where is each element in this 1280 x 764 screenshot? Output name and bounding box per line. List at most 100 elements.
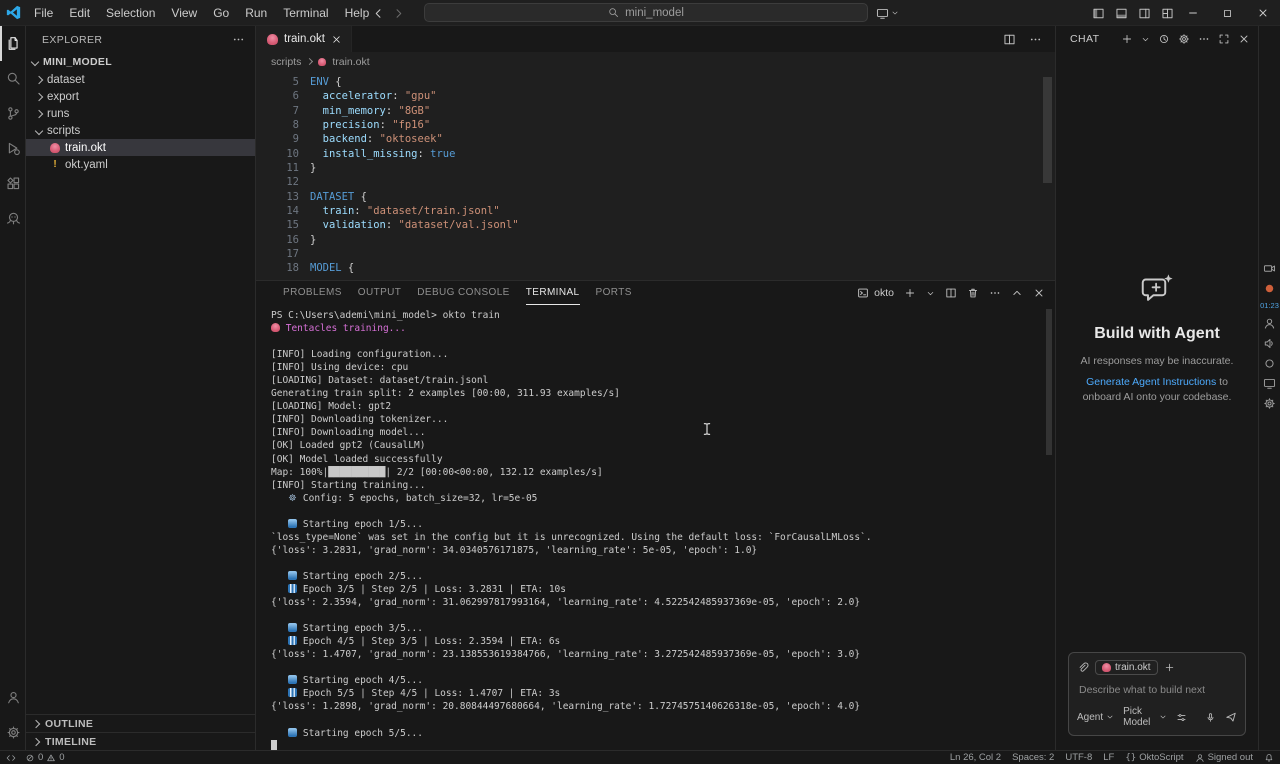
chat-context-row: train.okt: [1077, 660, 1237, 675]
breadcrumb-folder[interactable]: scripts: [271, 56, 301, 68]
close-icon: [1257, 7, 1269, 19]
go-forward-button[interactable]: [392, 7, 405, 20]
new-chat-dropdown[interactable]: [1141, 35, 1150, 44]
panel-tab-terminal[interactable]: TERMINAL: [526, 281, 580, 305]
activity-accounts[interactable]: [0, 680, 26, 715]
tree-item-runs[interactable]: runs: [26, 105, 255, 122]
eol-selector[interactable]: LF: [1103, 752, 1114, 763]
send-button[interactable]: [1225, 711, 1237, 723]
encoding[interactable]: UTF-8: [1065, 752, 1092, 763]
activity-run-and-debug[interactable]: [0, 131, 26, 166]
language-mode[interactable]: {} OktoScript: [1125, 752, 1183, 763]
editor-scrollbar[interactable]: [1043, 77, 1052, 183]
split-editor-button[interactable]: [1003, 33, 1016, 46]
terminal-scrollbar[interactable]: [1046, 309, 1052, 455]
breadcrumb-file[interactable]: train.okt: [332, 56, 369, 68]
toggle-secondary-sidebar-button[interactable]: [1138, 7, 1151, 20]
menu-go[interactable]: Go: [205, 0, 237, 26]
activity-okto-assistant[interactable]: [0, 201, 26, 236]
attach-context-button[interactable]: [1077, 662, 1089, 674]
terminal-instance[interactable]: okto: [857, 287, 894, 299]
screen-share-toggle[interactable]: [876, 0, 899, 26]
context-chip[interactable]: train.okt: [1095, 660, 1158, 675]
menu-view[interactable]: View: [163, 0, 205, 26]
maximize-button[interactable]: [1210, 0, 1245, 26]
new-chat-button[interactable]: [1121, 33, 1133, 45]
activity-extensions[interactable]: [0, 166, 26, 201]
section-timeline[interactable]: TIMELINE: [26, 732, 255, 750]
toggle-primary-sidebar-button[interactable]: [1092, 7, 1105, 20]
panel-more-actions[interactable]: [989, 287, 1001, 299]
model-picker-dropdown[interactable]: Pick Model: [1123, 706, 1167, 728]
account-status[interactable]: Signed out: [1195, 752, 1253, 763]
maximize-panel-button[interactable]: [1011, 287, 1023, 299]
tree-root[interactable]: MINI_MODEL: [26, 53, 255, 71]
activity-search[interactable]: [0, 61, 26, 96]
command-center-search[interactable]: mini_model: [424, 3, 868, 22]
panel-tab-debug-console[interactable]: DEBUG CONSOLE: [417, 281, 509, 305]
menu-file[interactable]: File: [26, 0, 61, 26]
chat-input-box[interactable]: train.okt Describe what to build next Ag…: [1068, 652, 1246, 736]
section-outline[interactable]: OUTLINE: [26, 714, 255, 732]
tree-item-train-okt[interactable]: train.okt: [26, 139, 255, 156]
customize-layout-button[interactable]: [1161, 7, 1174, 20]
indentation[interactable]: Spaces: 2: [1012, 752, 1054, 763]
tree-item-export[interactable]: export: [26, 88, 255, 105]
menu-terminal[interactable]: Terminal: [275, 0, 336, 26]
activity-source-control[interactable]: [0, 96, 26, 131]
cursor-position[interactable]: Ln 26, Col 2: [950, 752, 1001, 763]
add-context-button[interactable]: [1164, 662, 1175, 673]
menu-edit[interactable]: Edit: [61, 0, 98, 26]
problems-indicator[interactable]: 0 0: [25, 752, 65, 763]
split-terminal-button[interactable]: [945, 287, 957, 299]
tree-item-okt-yaml[interactable]: !okt.yaml: [26, 156, 255, 173]
activity-explorer[interactable]: [0, 26, 26, 61]
notifications-bell[interactable]: [1264, 753, 1274, 763]
close-window-button[interactable]: [1245, 0, 1280, 26]
chat-more-actions[interactable]: [1198, 33, 1210, 45]
remote-indicator[interactable]: [6, 753, 16, 763]
minimize-button[interactable]: [1175, 0, 1210, 26]
record-dot-icon[interactable]: [1263, 282, 1276, 295]
terminal-profile-dropdown[interactable]: [926, 289, 935, 298]
code-line: 14 train: "dataset/train.jsonl": [256, 204, 1055, 218]
panel-tab-problems[interactable]: PROBLEMS: [283, 281, 342, 305]
editor-more-actions[interactable]: [1029, 33, 1042, 46]
settings-icon[interactable]: [1263, 397, 1276, 410]
close-panel-button[interactable]: [1033, 287, 1045, 299]
menu-run[interactable]: Run: [237, 0, 275, 26]
voice-input-button[interactable]: [1205, 712, 1216, 723]
go-back-button[interactable]: [372, 7, 385, 20]
screen-share-icon[interactable]: [1263, 377, 1276, 390]
close-tab-icon[interactable]: [331, 34, 342, 45]
chat-settings-button[interactable]: [1178, 33, 1190, 45]
participant-icon[interactable]: [1263, 317, 1276, 330]
tools-button[interactable]: [1176, 712, 1187, 723]
toggle-panel-button[interactable]: [1115, 7, 1128, 20]
layout-controls: [1092, 0, 1174, 26]
chat-history-button[interactable]: [1158, 33, 1170, 45]
activity-settings[interactable]: [0, 715, 26, 750]
tab-train-okt[interactable]: train.okt: [256, 26, 352, 52]
explorer-more-actions[interactable]: [232, 33, 245, 46]
tree-item-dataset[interactable]: dataset: [26, 71, 255, 88]
panel-tab-ports[interactable]: PORTS: [596, 281, 632, 305]
terminal-output[interactable]: PS C:\Users\ademi\mini_model> okto train…: [256, 305, 1055, 750]
chat-close-button[interactable]: [1238, 33, 1250, 45]
generate-instructions-link[interactable]: Generate Agent Instructions: [1086, 376, 1216, 388]
agent-mode-dropdown[interactable]: Agent: [1077, 712, 1114, 723]
chat-maximize-button[interactable]: [1218, 33, 1230, 45]
new-terminal-button[interactable]: [904, 287, 916, 299]
code-text: install_missing: true: [302, 147, 455, 161]
bar-chart-icon: [288, 688, 297, 697]
panel-tab-output[interactable]: OUTPUT: [358, 281, 402, 305]
chat-input-placeholder[interactable]: Describe what to build next: [1079, 684, 1237, 696]
kill-terminal-button[interactable]: [967, 287, 979, 299]
menu-selection[interactable]: Selection: [98, 0, 163, 26]
tree-item-scripts[interactable]: scripts: [26, 122, 255, 139]
record-ring-icon[interactable]: [1263, 357, 1276, 370]
camera-icon[interactable]: [1263, 262, 1276, 275]
code-editor[interactable]: 5ENV {6 accelerator: "gpu"7 min_memory: …: [256, 71, 1055, 280]
speaker-icon[interactable]: [1263, 337, 1276, 350]
terminal-line: Map: 100%|██████████| 2/2 [00:00<00:00, …: [271, 466, 1055, 479]
